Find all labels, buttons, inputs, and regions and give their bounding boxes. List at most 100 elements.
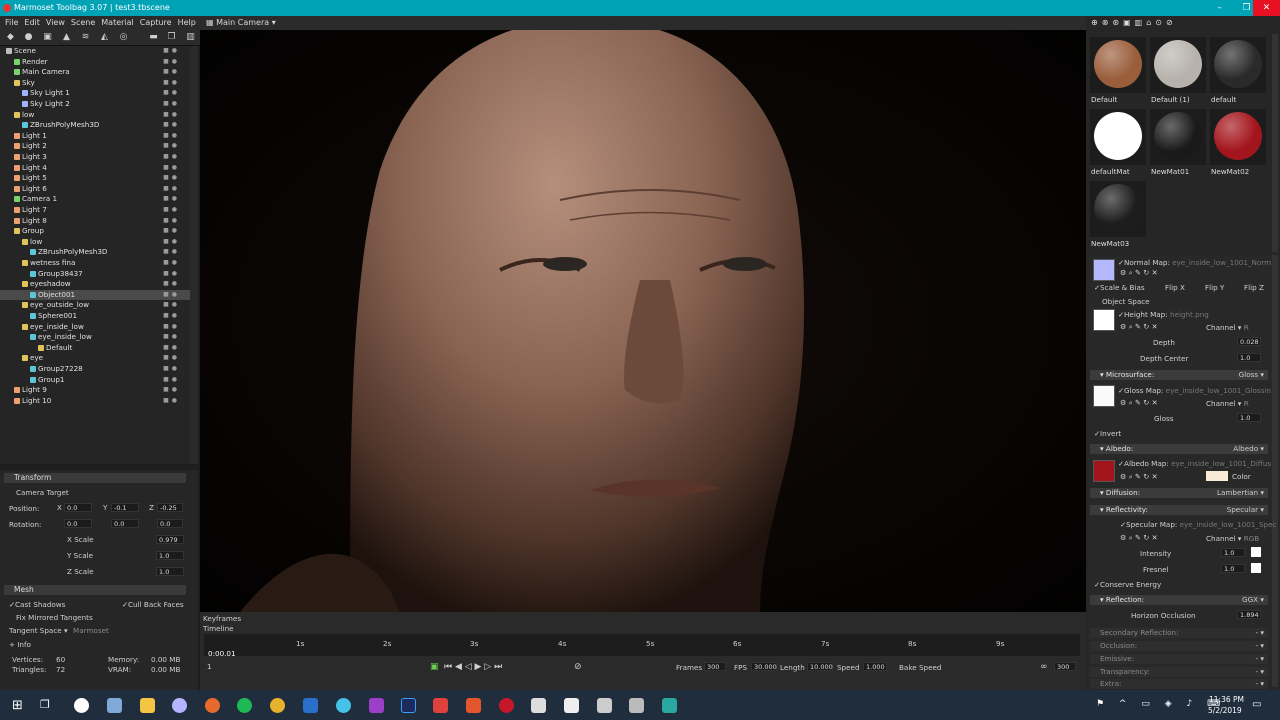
outliner-scrollbar[interactable] (190, 46, 198, 464)
fix-mirrored-checkbox[interactable]: Fix Mirrored Tangents (16, 613, 93, 622)
depth-field[interactable]: 0.028 (1237, 337, 1261, 346)
extra-header[interactable]: Extra: - ▾ (1090, 679, 1268, 689)
material-name[interactable]: defaultMat (1091, 167, 1130, 176)
transparency-header[interactable]: Transparency: - ▾ (1090, 667, 1268, 677)
albedo-header[interactable]: ▾ Albedo: Albedo ▾ (1090, 444, 1268, 454)
outliner-item[interactable]: Scene ■● (0, 46, 190, 57)
visibility-lock-icons[interactable]: ■● (163, 46, 180, 57)
photoshop-icon[interactable] (401, 698, 416, 713)
camera-icon[interactable]: ▣ (43, 33, 52, 42)
visibility-lock-icons[interactable]: ■● (163, 67, 180, 78)
outliner-item[interactable]: eyeshadow ■● (0, 279, 190, 290)
app-icon-8[interactable] (466, 698, 481, 713)
flip-y-toggle[interactable]: Flip Y (1205, 283, 1224, 292)
minimize-button[interactable]: – (1206, 0, 1233, 16)
visibility-lock-icons[interactable]: ■● (163, 290, 180, 301)
marmoset-icon[interactable] (499, 698, 514, 713)
transform-header[interactable]: Transform (4, 473, 186, 483)
outliner-item[interactable]: Sky Light 1 ■● (0, 88, 190, 99)
emissive-dropdown[interactable]: - ▾ (1256, 654, 1265, 664)
material-toolbar[interactable]: ⊕⊗⊛▣▥⌂⊙⊘ (1091, 18, 1177, 27)
duplicate-icon[interactable]: ❐ (167, 33, 176, 42)
menu-scene[interactable]: Scene (71, 18, 95, 27)
fresnel-color-swatch[interactable] (1251, 563, 1261, 573)
visibility-lock-icons[interactable]: ■● (163, 322, 180, 333)
z-scale-field[interactable]: 1.0 (156, 567, 184, 576)
specular-map-tools[interactable]: ⚙ ⌕ ✎ ↻ ✕ (1120, 533, 1158, 543)
visibility-lock-icons[interactable]: ■● (163, 375, 180, 386)
intensity-field[interactable]: 1.0 (1221, 548, 1245, 557)
visibility-lock-icons[interactable]: ■● (163, 131, 180, 142)
app-icon-9[interactable] (531, 698, 546, 713)
frames-field[interactable]: 300 (704, 662, 726, 671)
outliner-item[interactable]: Light 1 ■● (0, 131, 190, 142)
menu-help[interactable]: Help (178, 18, 196, 27)
depth-center-field[interactable]: 1.0 (1237, 353, 1261, 362)
menu-material[interactable]: Material (101, 18, 134, 27)
reflection-type-dropdown[interactable]: GGX ▾ (1242, 595, 1264, 605)
visibility-lock-icons[interactable]: ■● (163, 269, 180, 280)
material-slot[interactable] (1090, 109, 1146, 165)
material-slot[interactable] (1150, 109, 1206, 165)
height-map-thumbnail[interactable] (1093, 309, 1115, 331)
emissive-header[interactable]: Emissive: - ▾ (1090, 654, 1268, 664)
material-name[interactable]: Default (1) (1151, 95, 1190, 104)
fps-field[interactable]: 30.000 (751, 662, 777, 671)
gloss-map-thumbnail[interactable] (1093, 385, 1115, 407)
outliner-item[interactable]: Sky ■● (0, 78, 190, 89)
diffusion-type-dropdown[interactable]: Lambertian ▾ (1217, 488, 1264, 498)
outliner-item[interactable]: low ■● (0, 110, 190, 121)
visibility-lock-icons[interactable]: ■● (163, 99, 180, 110)
app-icon-11[interactable] (597, 698, 612, 713)
start-icon[interactable]: ⊞ (12, 698, 23, 713)
info-toggle[interactable]: + Info (9, 640, 31, 649)
secondary-reflection-dropdown[interactable]: - ▾ (1256, 628, 1265, 638)
material-name[interactable]: NewMat01 (1151, 167, 1189, 176)
visibility-lock-icons[interactable]: ■● (163, 216, 180, 227)
app-icon-2[interactable] (107, 698, 122, 713)
material-name[interactable]: NewMat02 (1211, 167, 1249, 176)
diffusion-header[interactable]: ▾ Diffusion: Lambertian ▾ (1090, 488, 1268, 498)
visibility-lock-icons[interactable]: ■● (163, 300, 180, 311)
reflectivity-type-dropdown[interactable]: Specular ▾ (1227, 505, 1264, 515)
albedo-color-swatch[interactable] (1206, 471, 1228, 481)
material-slot[interactable] (1150, 37, 1206, 93)
tangent-space-dropdown[interactable]: Tangent Space ▾ (9, 626, 68, 635)
end-frame-field[interactable]: 300 (1054, 662, 1076, 671)
outliner-item[interactable]: wetness fina ■● (0, 258, 190, 269)
visibility-lock-icons[interactable]: ■● (163, 184, 180, 195)
visibility-lock-icons[interactable]: ■● (163, 152, 180, 163)
fog-icon[interactable]: ≋ (81, 33, 90, 42)
app-icon-10[interactable] (564, 698, 579, 713)
keyframes-label[interactable]: Keyframes (203, 614, 241, 623)
outliner-item[interactable]: Light 4 ■● (0, 163, 190, 174)
menu-view[interactable]: View (46, 18, 65, 27)
outliner-item[interactable]: eye_inside_low ■● (0, 332, 190, 343)
app-icon-1[interactable] (74, 698, 89, 713)
material-slot[interactable] (1210, 37, 1266, 93)
normal-map-thumbnail[interactable] (1093, 259, 1115, 281)
rotation-x-field[interactable]: 0.0 (64, 519, 92, 528)
properties-scrollbar[interactable] (1272, 255, 1278, 687)
occlusion-dropdown[interactable]: - ▾ (1256, 641, 1265, 651)
outliner-item[interactable]: Light 9 ■● (0, 385, 190, 396)
camera-dropdown[interactable]: Main Camera ▾ (216, 18, 276, 27)
spotify-icon[interactable] (237, 698, 252, 713)
visibility-lock-icons[interactable]: ■● (163, 343, 180, 354)
length-field[interactable]: 10.000 (807, 662, 833, 671)
outliner-item[interactable]: eye_outside_low ■● (0, 300, 190, 311)
gloss-channel-dropdown[interactable]: Channel ▾ R (1206, 399, 1249, 408)
material-slot[interactable] (1090, 181, 1146, 237)
albedo-map-tools[interactable]: ⚙ ⌕ ✎ ↻ ✕ (1120, 472, 1158, 482)
app-icon-7[interactable] (433, 698, 448, 713)
speed-field[interactable]: 1.000 (863, 662, 887, 671)
extra-dropdown[interactable]: - ▾ (1256, 679, 1265, 689)
invert-checkbox[interactable]: ✓Invert (1094, 429, 1121, 438)
outliner-item[interactable]: Camera 1 ■● (0, 194, 190, 205)
visibility-lock-icons[interactable]: ■● (163, 364, 180, 375)
visibility-lock-icons[interactable]: ■● (163, 332, 180, 343)
material-scrollbar[interactable] (1272, 34, 1278, 252)
position-x-field[interactable]: 0.0 (64, 503, 92, 512)
visibility-lock-icons[interactable]: ■● (163, 396, 180, 407)
outliner-item[interactable]: eye_inside_low ■● (0, 322, 190, 333)
